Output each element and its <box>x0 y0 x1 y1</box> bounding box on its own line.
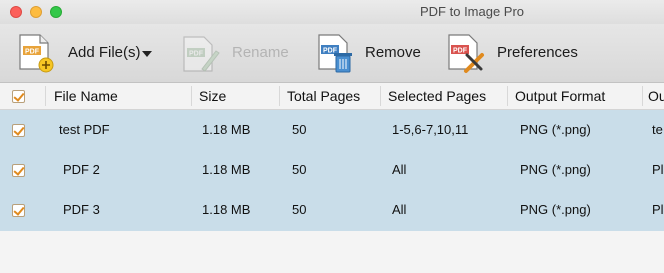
minimize-window-button[interactable] <box>30 6 42 18</box>
preferences-tools-icon: PDF <box>448 34 484 73</box>
remove-button[interactable]: PDF Remove <box>316 31 426 75</box>
rename-button[interactable]: PDF Rename <box>180 31 290 75</box>
app-window: PDF to Image Pro PDF Add File(s) PDF Ren… <box>0 0 664 273</box>
toolbar: PDF Add File(s) PDF Rename PDF Remove PD… <box>0 24 664 83</box>
file-name-cell: PDF 3 <box>63 202 100 217</box>
rename-label: Rename <box>232 44 289 61</box>
row-checkbox[interactable] <box>12 124 25 137</box>
row-checkbox[interactable] <box>12 164 25 177</box>
window-title: PDF to Image Pro <box>420 4 525 19</box>
size-cell: 1.18 MB <box>202 162 251 177</box>
output-format-cell[interactable]: PNG (*.png) <box>520 150 591 190</box>
preferences-button[interactable]: PDF Preferences <box>446 31 586 75</box>
header-output-format[interactable]: Output Format <box>507 83 642 109</box>
output-folder-cell: Pl <box>652 202 664 217</box>
selected-pages-cell[interactable]: All <box>392 150 406 190</box>
select-all-checkbox[interactable] <box>12 90 25 103</box>
header-total-pages[interactable]: Total Pages <box>279 83 380 109</box>
svg-text:PDF: PDF <box>189 51 204 58</box>
rename-pdf-icon: PDF <box>183 36 220 72</box>
remove-label: Remove <box>365 44 421 61</box>
preferences-label: Preferences <box>497 44 578 61</box>
title-bar: PDF to Image Pro <box>0 0 664 24</box>
size-cell: 1.18 MB <box>202 122 251 137</box>
row-checkbox[interactable] <box>12 204 25 217</box>
table-row[interactable]: test PDF 1.18 MB 50 1-5,6-7,10,11 PNG (*… <box>0 110 664 150</box>
svg-text:PDF: PDF <box>25 49 40 56</box>
selected-pages-cell[interactable]: All <box>392 190 406 230</box>
add-files-button[interactable]: PDF Add File(s) <box>16 31 156 75</box>
close-window-button[interactable] <box>10 6 22 18</box>
table-header: File Name Size Total Pages Selected Page… <box>0 83 664 110</box>
add-files-label: Add File(s) <box>68 44 141 61</box>
header-output-folder[interactable]: Ou <box>642 83 664 109</box>
output-format-cell[interactable]: PNG (*.png) <box>520 190 591 230</box>
maximize-window-button[interactable] <box>50 6 62 18</box>
dropdown-caret-icon[interactable] <box>142 51 152 57</box>
table-row[interactable]: PDF 3 1.18 MB 50 All PNG (*.png) Pl <box>0 190 664 230</box>
add-pdf-icon: PDF <box>19 34 54 73</box>
size-cell: 1.18 MB <box>202 202 251 217</box>
file-name-cell: test PDF <box>59 122 110 137</box>
table-row[interactable]: PDF 2 1.18 MB 50 All PNG (*.png) Pl <box>0 150 664 190</box>
output-folder-cell: Pl <box>652 162 664 177</box>
total-pages-cell: 50 <box>292 202 307 217</box>
output-format-cell[interactable]: PNG (*.png) <box>520 110 591 150</box>
output-folder-cell: te <box>652 122 663 137</box>
header-file-name[interactable]: File Name <box>46 83 192 109</box>
table-body: test PDF 1.18 MB 50 1-5,6-7,10,11 PNG (*… <box>0 110 664 231</box>
svg-text:PDF: PDF <box>453 48 468 55</box>
header-selected-pages[interactable]: Selected Pages <box>380 83 507 109</box>
total-pages-cell: 50 <box>292 162 307 177</box>
total-pages-cell: 50 <box>292 122 307 137</box>
header-size[interactable]: Size <box>191 83 279 109</box>
remove-pdf-icon: PDF <box>318 34 352 73</box>
file-table: File Name Size Total Pages Selected Page… <box>0 83 664 273</box>
selected-pages-cell[interactable]: 1-5,6-7,10,11 <box>392 110 468 150</box>
file-name-cell: PDF 2 <box>63 162 100 177</box>
